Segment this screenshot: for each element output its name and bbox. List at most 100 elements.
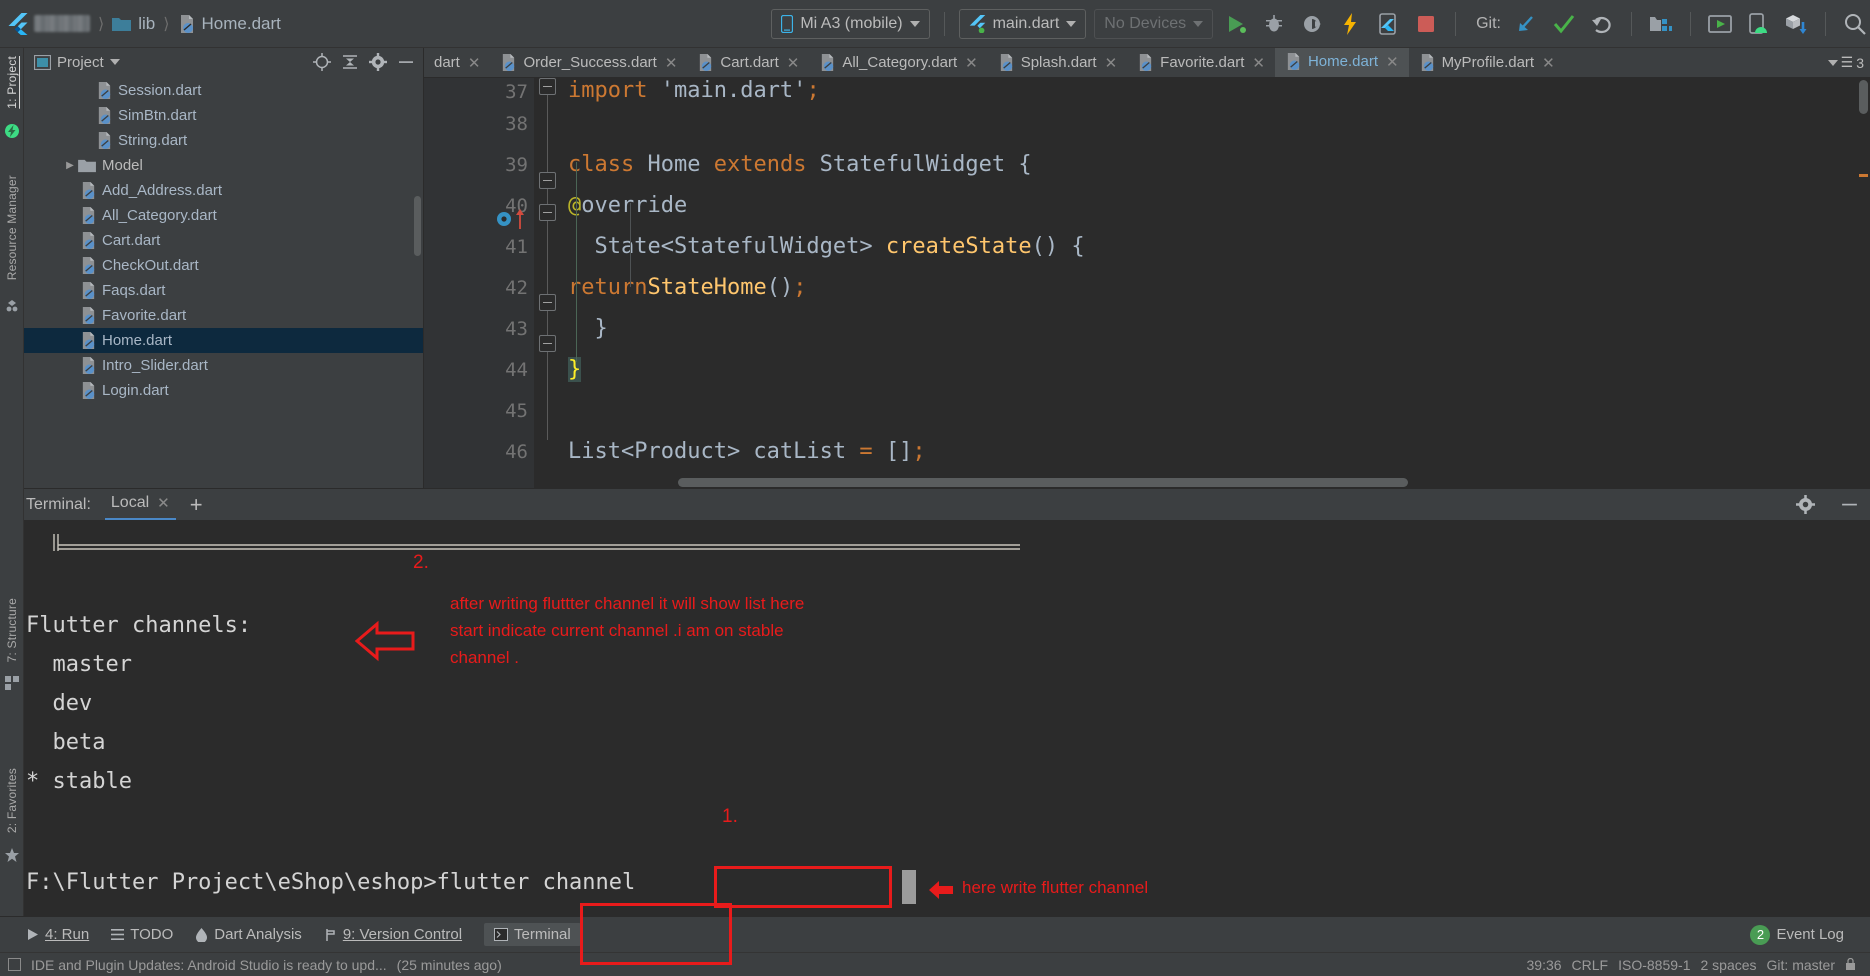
editor-tab-dart[interactable]: dart✕ xyxy=(424,48,490,77)
status-item-run[interactable]: 4: Run xyxy=(26,926,89,943)
status-item-terminal[interactable]: Terminal xyxy=(484,923,581,946)
git-update-icon[interactable] xyxy=(1511,9,1541,39)
gear-icon[interactable] xyxy=(367,51,389,73)
tree-item-favorite-dart[interactable]: Favorite.dart xyxy=(24,303,423,328)
code-line-40[interactable]: @override xyxy=(562,185,1870,226)
terminal-tab-local[interactable]: Local ✕ xyxy=(105,489,176,521)
editor-tab-cart-dart[interactable]: Cart.dart✕ xyxy=(687,48,809,77)
flutter-inspector-icon[interactable] xyxy=(4,123,20,139)
status-item-version-control[interactable]: 9: Version Control xyxy=(324,926,462,943)
code-line-45[interactable] xyxy=(562,390,1870,431)
editor-tab-overflow[interactable]: ☰ 3 xyxy=(1822,48,1870,77)
fold-toggle-44[interactable] xyxy=(539,335,556,352)
gradle-sync-icon[interactable] xyxy=(1781,9,1811,39)
file-encoding[interactable]: ISO-8859-1 xyxy=(1618,957,1690,973)
collapse-all-icon[interactable] xyxy=(339,51,361,73)
project-file-tree[interactable]: Session.dartSimBtn.dartString.dart▶Model… xyxy=(24,76,423,488)
tree-item-add-address-dart[interactable]: Add_Address.dart xyxy=(24,178,423,203)
gutter-run-marker[interactable] xyxy=(496,209,526,229)
stop-button[interactable] xyxy=(1411,9,1441,39)
git-commit-icon[interactable] xyxy=(1549,9,1579,39)
search-everywhere-icon[interactable] xyxy=(1840,9,1870,39)
tree-item-model[interactable]: ▶Model xyxy=(24,153,423,178)
code-line-38[interactable] xyxy=(562,103,1870,144)
close-icon[interactable]: ✕ xyxy=(468,54,481,72)
project-panel-chevron-down-icon[interactable] xyxy=(110,59,120,65)
avd-manager-icon[interactable] xyxy=(1705,9,1735,39)
editor-tab-myprofile-dart[interactable]: MyProfile.dart✕ xyxy=(1409,48,1565,77)
caret-position[interactable]: 39:36 xyxy=(1527,957,1562,973)
hot-reload-button[interactable] xyxy=(1335,9,1365,39)
close-icon[interactable]: ✕ xyxy=(1252,54,1265,72)
editor-horizontal-scrollbar[interactable] xyxy=(678,478,1855,487)
sidebar-item-favorites[interactable]: 2: Favorites xyxy=(5,760,19,841)
code-area[interactable]: 37383940414243444546 xyxy=(424,78,1870,488)
editor-tab-favorite-dart[interactable]: Favorite.dart✕ xyxy=(1127,48,1275,77)
terminal-output[interactable]: Flutter channels: master dev beta* stabl… xyxy=(0,520,1870,916)
terminal-new-tab-button[interactable]: + xyxy=(190,494,203,516)
close-icon[interactable]: ✕ xyxy=(1105,54,1118,72)
sidebar-item-resource-manager[interactable]: Resource Manager xyxy=(5,167,19,288)
editor-tab-order-success-dart[interactable]: Order_Success.dart✕ xyxy=(490,48,687,77)
run-configuration-selector[interactable]: main.dart xyxy=(959,9,1087,39)
build-variants-icon[interactable] xyxy=(4,298,20,314)
star-icon[interactable] xyxy=(5,848,19,862)
close-icon[interactable]: ✕ xyxy=(965,54,978,72)
status-item-event-log[interactable]: 2 Event Log xyxy=(1750,925,1844,945)
locate-icon[interactable] xyxy=(311,51,333,73)
lock-icon[interactable] xyxy=(1845,958,1856,971)
breadcrumb[interactable]: ⟩ lib ⟩ Home.dart xyxy=(8,13,281,35)
tree-item-home-dart[interactable]: Home.dart xyxy=(24,328,423,353)
code-text[interactable]: import 'main.dart'; class Home extends St… xyxy=(562,78,1870,488)
tree-item-faqs-dart[interactable]: Faqs.dart xyxy=(24,278,423,303)
close-icon[interactable]: ✕ xyxy=(157,494,170,512)
code-line-46[interactable]: List<Product> catList = []; xyxy=(562,431,1870,472)
tree-item-login-dart[interactable]: Login.dart xyxy=(24,378,423,403)
terminal-prompt-line[interactable]: F:\Flutter Project\eShop\eshop>flutter c… xyxy=(26,863,635,902)
editor-tab-all-category-dart[interactable]: All_Category.dart✕ xyxy=(809,48,987,77)
bottom-bar-message[interactable]: IDE and Plugin Updates: Android Studio i… xyxy=(31,957,387,973)
editor-vertical-scrollbar[interactable] xyxy=(1856,78,1870,488)
code-line-44[interactable]: } xyxy=(562,349,1870,390)
close-icon[interactable]: ✕ xyxy=(787,54,800,72)
sdk-manager-icon[interactable] xyxy=(1646,9,1676,39)
git-branch[interactable]: Git: master xyxy=(1767,957,1835,973)
code-line-43[interactable]: } xyxy=(562,308,1870,349)
tree-item-checkout-dart[interactable]: CheckOut.dart xyxy=(24,253,423,278)
editor-tab-splash-dart[interactable]: Splash.dart✕ xyxy=(988,48,1127,77)
project-panel-scrollbar[interactable] xyxy=(414,196,421,256)
tree-item-intro-slider-dart[interactable]: Intro_Slider.dart xyxy=(24,353,423,378)
fold-toggle-37[interactable] xyxy=(539,78,556,95)
terminal-command[interactable]: flutter channel xyxy=(437,870,636,895)
run-button[interactable] xyxy=(1221,9,1251,39)
code-line-39[interactable]: class Home extends StatefulWidget { xyxy=(562,144,1870,185)
breadcrumb-folder[interactable]: lib xyxy=(138,14,155,34)
fold-toggle-43[interactable] xyxy=(539,294,556,311)
flutter-device-button[interactable] xyxy=(1373,9,1403,39)
editor-tab-home-dart[interactable]: Home.dart✕ xyxy=(1275,48,1409,77)
undo-icon[interactable] xyxy=(1587,9,1617,39)
minimize-icon[interactable] xyxy=(395,51,417,73)
indent-setting[interactable]: 2 spaces xyxy=(1700,957,1756,973)
close-icon[interactable]: ✕ xyxy=(665,54,678,72)
tree-item-all-category-dart[interactable]: All_Category.dart xyxy=(24,203,423,228)
code-line-42[interactable]: return StateHome(); xyxy=(562,267,1870,308)
status-item-todo[interactable]: TODO xyxy=(111,926,173,943)
terminal-settings-gear-icon[interactable] xyxy=(1794,494,1816,516)
sidebar-item-structure[interactable]: 7: Structure xyxy=(5,590,19,670)
close-icon[interactable]: ✕ xyxy=(1386,53,1399,71)
no-devices-selector[interactable]: No Devices xyxy=(1094,9,1213,39)
chevron-right-icon[interactable]: ▶ xyxy=(62,160,78,171)
tree-item-simbtn-dart[interactable]: SimBtn.dart xyxy=(24,103,423,128)
status-item-dart-analysis[interactable]: Dart Analysis xyxy=(195,926,302,943)
device-selector[interactable]: Mi A3 (mobile) xyxy=(771,9,929,39)
fold-toggle-41[interactable] xyxy=(539,204,556,221)
structure-grid-icon[interactable] xyxy=(5,676,19,690)
tree-item-string-dart[interactable]: String.dart xyxy=(24,128,423,153)
device-manager-icon[interactable] xyxy=(1743,9,1773,39)
code-line-37[interactable]: import 'main.dart'; xyxy=(562,78,1870,103)
tree-item-cart-dart[interactable]: Cart.dart xyxy=(24,228,423,253)
profile-button[interactable] xyxy=(1297,9,1327,39)
line-separator[interactable]: CRLF xyxy=(1572,957,1609,973)
sidebar-item-project[interactable]: 1: Project xyxy=(5,48,19,117)
